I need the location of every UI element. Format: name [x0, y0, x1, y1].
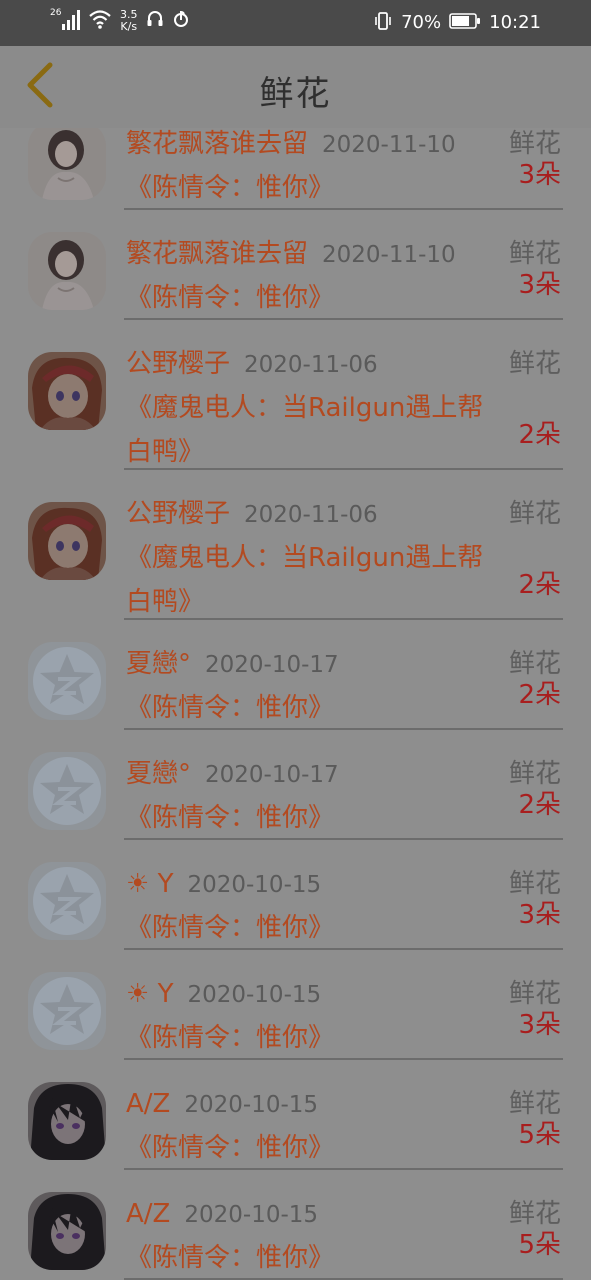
record-header: A/Z 2020-10-15 鲜花 — [126, 1194, 561, 1234]
netease-music-icon — [172, 9, 190, 33]
headset-icon — [146, 9, 164, 33]
user-name[interactable]: A/Z — [126, 1089, 170, 1119]
user-name[interactable]: 公野樱子 — [126, 349, 230, 379]
record-header: 繁花飘落谁去留 2020-11-10 鲜花 — [126, 124, 561, 164]
list-item[interactable]: A/Z 2020-10-15 鲜花 《陈情令：惟你》 5朵 — [0, 1170, 591, 1280]
record-content: 公野樱子 2020-11-06 鲜花 《魔鬼电人：当Railgun遇上帮白鸭》 — [126, 494, 561, 624]
gift-type: 鲜花 — [508, 499, 561, 529]
record-date: 2020-11-10 — [322, 242, 456, 268]
signal-icon: 26 — [50, 8, 80, 34]
flower-record-list[interactable]: 繁花飘落谁去留 2020-11-10 鲜花 《陈情令：惟你》 3朵 繁花飘落谁去留 2020… — [0, 100, 591, 1280]
record-header: 公野樱子 2020-11-06 鲜花 — [126, 494, 561, 534]
list-item[interactable]: 繁花飘落谁去留 2020-11-10 鲜花 《陈情令：惟你》 3朵 — [0, 210, 591, 320]
user-name[interactable]: 夏戀° — [126, 759, 191, 789]
app-header: 鲜花 — [0, 46, 591, 128]
record-date: 2020-10-17 — [205, 652, 339, 678]
record-header: 夏戀° 2020-10-17 鲜花 — [126, 754, 561, 794]
flower-count: 3朵 — [518, 160, 561, 190]
record-header: ☀ Y 2020-10-15 鲜花 — [126, 864, 561, 904]
avatar[interactable] — [28, 502, 106, 580]
book-title[interactable]: 《陈情令：惟你》 — [126, 276, 506, 320]
record-date: 2020-10-15 — [184, 1202, 319, 1228]
flower-count: 2朵 — [518, 420, 561, 450]
record-content: A/Z 2020-10-15 鲜花 《陈情令：惟你》 — [126, 1194, 561, 1280]
record-header: A/Z 2020-10-15 鲜花 — [126, 1084, 561, 1124]
avatar[interactable] — [28, 642, 106, 720]
record-content: 夏戀° 2020-10-17 鲜花 《陈情令：惟你》 — [126, 754, 561, 840]
list-item[interactable]: ☀ Y 2020-10-15 鲜花 《陈情令：惟你》 3朵 — [0, 840, 591, 950]
flower-count: 3朵 — [518, 270, 561, 300]
record-content: 夏戀° 2020-10-17 鲜花 《陈情令：惟你》 — [126, 644, 561, 730]
flower-count: 5朵 — [518, 1230, 561, 1260]
net-speed-unit: K/s — [120, 20, 138, 33]
list-item[interactable]: 夏戀° 2020-10-17 鲜花 《陈情令：惟你》 2朵 — [0, 730, 591, 840]
record-date: 2020-11-06 — [244, 352, 378, 378]
avatar[interactable] — [28, 232, 106, 310]
record-content: A/Z 2020-10-15 鲜花 《陈情令：惟你》 — [126, 1084, 561, 1170]
record-header: 公野樱子 2020-11-06 鲜花 — [126, 344, 561, 384]
record-header: 繁花飘落谁去留 2020-11-10 鲜花 — [126, 234, 561, 274]
flower-count: 3朵 — [518, 1010, 561, 1040]
flower-count: 5朵 — [518, 1120, 561, 1150]
record-date: 2020-11-10 — [322, 132, 456, 158]
vibrate-icon — [373, 11, 393, 36]
flower-count: 2朵 — [518, 570, 561, 600]
record-content: ☀ Y 2020-10-15 鲜花 《陈情令：惟你》 — [126, 974, 561, 1060]
record-content: 繁花飘落谁去留 2020-11-10 鲜花 《陈情令：惟你》 — [126, 234, 561, 320]
record-date: 2020-10-15 — [184, 1092, 319, 1118]
record-header: 夏戀° 2020-10-17 鲜花 — [126, 644, 561, 684]
flower-count: 2朵 — [518, 680, 561, 710]
status-right: 70% 10:21 — [373, 8, 541, 38]
list-item[interactable]: 夏戀° 2020-10-17 鲜花 《陈情令：惟你》 2朵 — [0, 620, 591, 730]
status-bar: 26 3.5 K/s 70% 10:21 — [0, 0, 591, 46]
record-header: ☀ Y 2020-10-15 鲜花 — [126, 974, 561, 1014]
avatar[interactable] — [28, 1192, 106, 1270]
avatar[interactable] — [28, 122, 106, 200]
record-date: 2020-10-15 — [187, 872, 322, 898]
record-date: 2020-10-15 — [187, 982, 322, 1008]
status-left: 26 3.5 K/s — [50, 8, 190, 34]
page-title: 鲜花 — [259, 74, 332, 114]
record-content: ☀ Y 2020-10-15 鲜花 《陈情令：惟你》 — [126, 864, 561, 950]
list-item[interactable]: 公野樱子 2020-11-06 鲜花 《魔鬼电人：当Railgun遇上帮白鸭》 2朵 — [0, 320, 591, 470]
user-name[interactable]: 繁花飘落谁去留 — [126, 239, 308, 269]
book-title[interactable]: 《陈情令：惟你》 — [126, 1126, 506, 1170]
book-title[interactable]: 《陈情令：惟你》 — [126, 1236, 506, 1280]
book-title[interactable]: 《魔鬼电人：当Railgun遇上帮白鸭》 — [126, 536, 506, 624]
net-speed: 3.5 K/s — [120, 9, 138, 33]
list-item[interactable]: ☀ Y 2020-10-15 鲜花 《陈情令：惟你》 3朵 — [0, 950, 591, 1060]
battery-percent: 70% — [401, 12, 442, 33]
book-title[interactable]: 《陈情令：惟你》 — [126, 906, 506, 950]
wifi-icon — [88, 8, 112, 34]
avatar[interactable] — [28, 352, 106, 430]
list-item[interactable]: 公野樱子 2020-11-06 鲜花 《魔鬼电人：当Railgun遇上帮白鸭》 2朵 — [0, 470, 591, 620]
user-name[interactable]: A/Z — [126, 1199, 170, 1229]
flower-count: 3朵 — [518, 900, 561, 930]
avatar[interactable] — [28, 972, 106, 1050]
record-date: 2020-11-06 — [244, 502, 378, 528]
record-content: 繁花飘落谁去留 2020-11-10 鲜花 《陈情令：惟你》 — [126, 124, 561, 210]
record-date: 2020-10-17 — [205, 762, 339, 788]
gift-type: 鲜花 — [508, 349, 561, 379]
battery-icon — [449, 12, 481, 35]
book-title[interactable]: 《魔鬼电人：当Railgun遇上帮白鸭》 — [126, 386, 506, 474]
user-name[interactable]: 夏戀° — [126, 649, 191, 679]
clock: 10:21 — [489, 12, 541, 33]
user-name[interactable]: ☀ Y — [126, 979, 173, 1009]
list-item[interactable]: A/Z 2020-10-15 鲜花 《陈情令：惟你》 5朵 — [0, 1060, 591, 1170]
book-title[interactable]: 《陈情令：惟你》 — [126, 796, 506, 840]
user-name[interactable]: 公野樱子 — [126, 499, 230, 529]
user-name[interactable]: 繁花飘落谁去留 — [126, 129, 308, 159]
book-title[interactable]: 《陈情令：惟你》 — [126, 1016, 506, 1060]
avatar[interactable] — [28, 862, 106, 940]
avatar[interactable] — [28, 752, 106, 830]
book-title[interactable]: 《陈情令：惟你》 — [126, 166, 506, 210]
book-title[interactable]: 《陈情令：惟你》 — [126, 686, 506, 730]
flower-count: 2朵 — [518, 790, 561, 820]
record-content: 公野樱子 2020-11-06 鲜花 《魔鬼电人：当Railgun遇上帮白鸭》 — [126, 344, 561, 474]
avatar[interactable] — [28, 1082, 106, 1160]
user-name[interactable]: ☀ Y — [126, 869, 173, 899]
